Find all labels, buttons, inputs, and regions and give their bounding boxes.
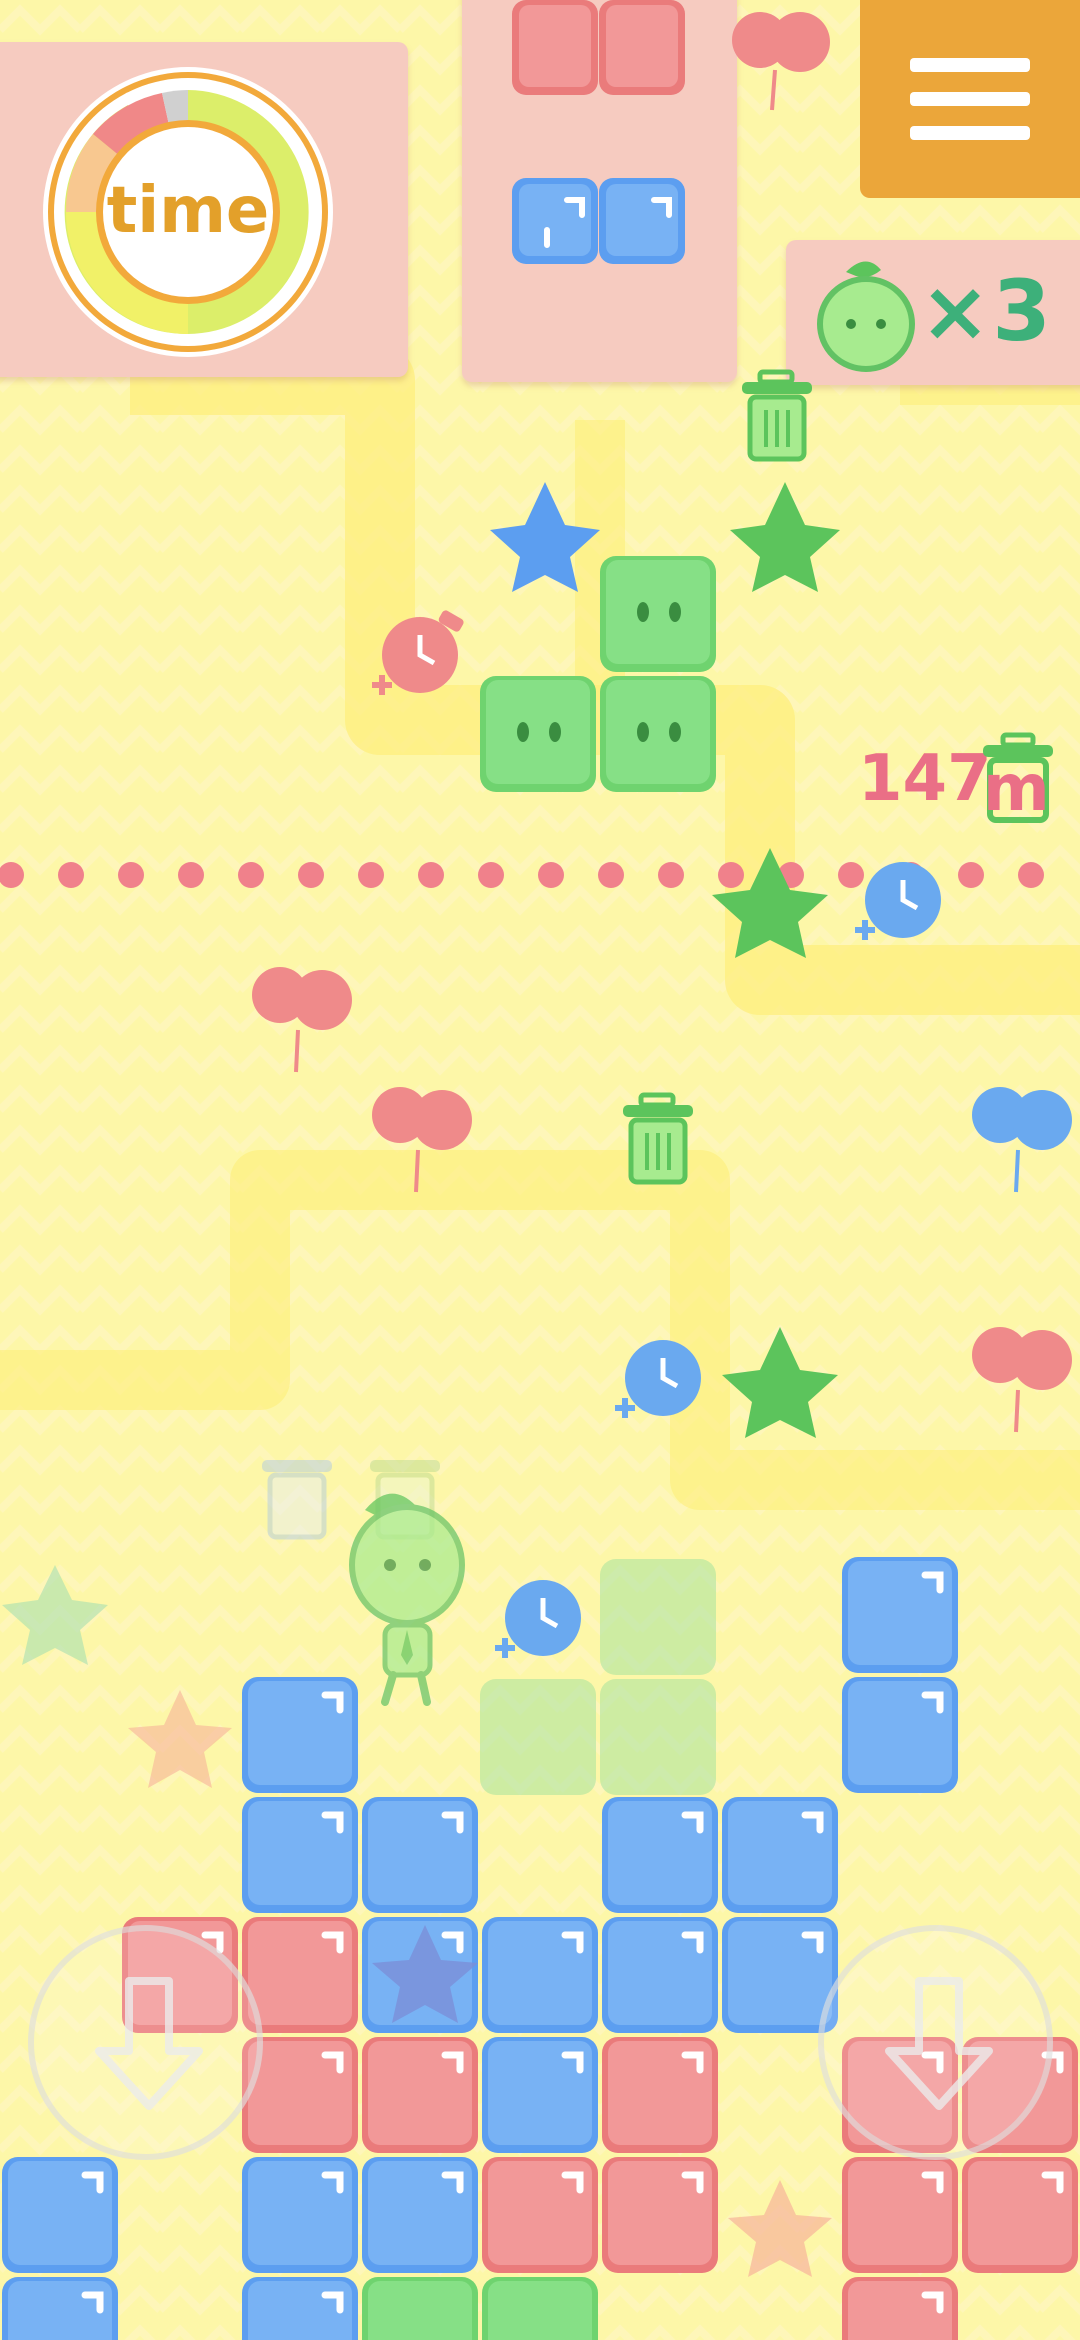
block-blue: [722, 1797, 838, 1913]
block-blue: [842, 1557, 958, 1673]
block-green: [482, 2277, 598, 2340]
down-right-button[interactable]: [818, 1925, 1053, 2160]
block-blue: [242, 1677, 358, 1793]
block-blue: [842, 1677, 958, 1793]
trash-can-faded-icon: [262, 1460, 332, 1540]
block-blue: [362, 1797, 478, 1913]
star-faded-icon: [728, 2180, 832, 2277]
block-blue: [362, 2157, 478, 2273]
star-green-icon: [730, 482, 840, 592]
down-arrow-icon: [885, 1977, 993, 2110]
balloon-red-icon: [972, 1327, 1072, 1433]
balloon-red-icon: [252, 967, 352, 1073]
block-blue: [2, 2157, 118, 2273]
block-blue: [242, 1797, 358, 1913]
block-blue: [242, 2157, 358, 2273]
trash-can-icon: [742, 369, 812, 462]
block-blue: [482, 2037, 598, 2153]
block-red: [362, 2037, 478, 2153]
balloon-blue-icon: [972, 1087, 1072, 1193]
star-green-icon: [722, 1327, 838, 1438]
block-green: [362, 2277, 478, 2340]
block-blue: [602, 1797, 718, 1913]
balloon-red-icon: [732, 12, 830, 111]
block-blue: [482, 1917, 598, 2033]
trash-can-icon: [623, 1092, 693, 1185]
block-blue: [2, 2277, 118, 2340]
block-red: [602, 2037, 718, 2153]
clock-plus-red-icon: [372, 610, 464, 695]
clock-plus-blue-icon: [615, 1340, 701, 1418]
block-red: [602, 2157, 718, 2273]
down-left-button[interactable]: [28, 1925, 263, 2160]
balloon-red-icon: [372, 1087, 472, 1193]
block-red: [482, 2157, 598, 2273]
block-red: [962, 2157, 1078, 2273]
star-green-icon: [712, 848, 828, 958]
falling-green-piece: [480, 556, 716, 792]
block-blue: [602, 1917, 718, 2033]
clock-plus-blue-icon: [855, 862, 941, 940]
game-stage: time ×3 147 m: [0, 0, 1080, 2340]
block-red: [842, 2157, 958, 2273]
down-arrow-icon: [95, 1977, 203, 2110]
block-red: [842, 2277, 958, 2340]
block-blue: [242, 2277, 358, 2340]
